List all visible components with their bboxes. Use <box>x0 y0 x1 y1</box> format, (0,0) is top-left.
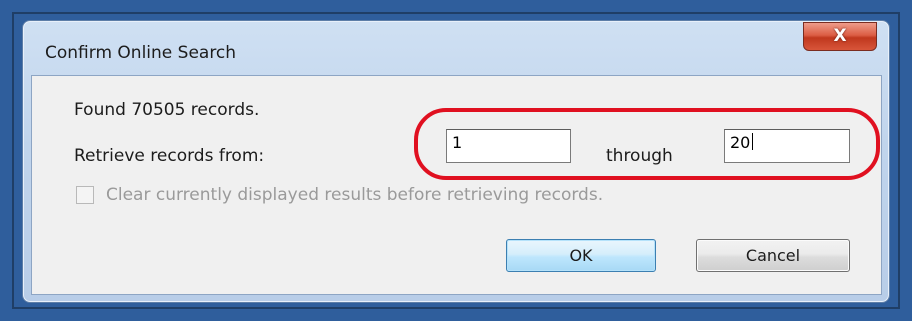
clear-results-label: Clear currently displayed results before… <box>106 185 604 205</box>
through-label: through <box>606 146 673 166</box>
retrieve-records-label: Retrieve records from: <box>74 146 265 166</box>
confirm-dialog: Confirm Online Search X Found 70505 reco… <box>22 20 890 303</box>
from-record-value: 1 <box>452 133 463 152</box>
cancel-button[interactable]: Cancel <box>696 239 850 272</box>
close-button[interactable]: X <box>803 22 877 51</box>
from-record-input[interactable]: 1 <box>446 129 571 163</box>
dialog-body: Found 70505 records. Retrieve records fr… <box>31 75 882 295</box>
to-record-value: 20 <box>730 133 751 152</box>
close-icon: X <box>833 26 847 46</box>
dialog-title: Confirm Online Search <box>45 43 237 63</box>
to-record-input[interactable]: 20 <box>724 129 850 163</box>
ok-button[interactable]: OK <box>506 239 656 272</box>
text-cursor <box>752 133 754 150</box>
found-records-text: Found 70505 records. <box>74 100 260 120</box>
clear-results-checkbox[interactable] <box>76 186 94 204</box>
